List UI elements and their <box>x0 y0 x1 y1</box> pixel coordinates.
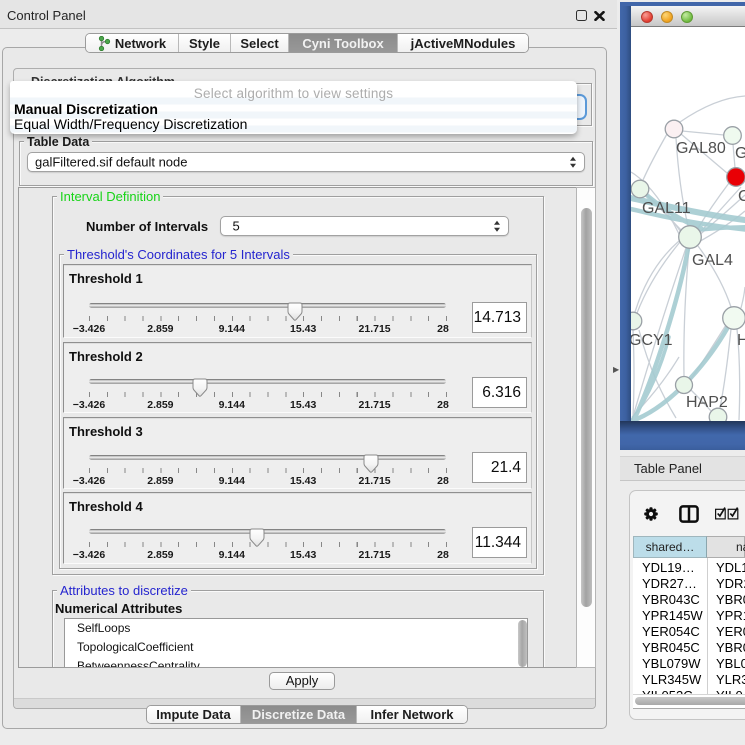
svg-text:GA: GA <box>735 145 745 162</box>
svg-text:H: H <box>737 332 745 349</box>
svg-text:GAL80: GAL80 <box>676 140 726 157</box>
svg-text:GCY1: GCY1 <box>631 332 673 349</box>
svg-text:GAL11: GAL11 <box>642 200 691 217</box>
svg-text:GAL4: GAL4 <box>692 252 733 269</box>
svg-text:HAP2: HAP2 <box>686 394 728 411</box>
svg-text:C: C <box>738 188 745 205</box>
